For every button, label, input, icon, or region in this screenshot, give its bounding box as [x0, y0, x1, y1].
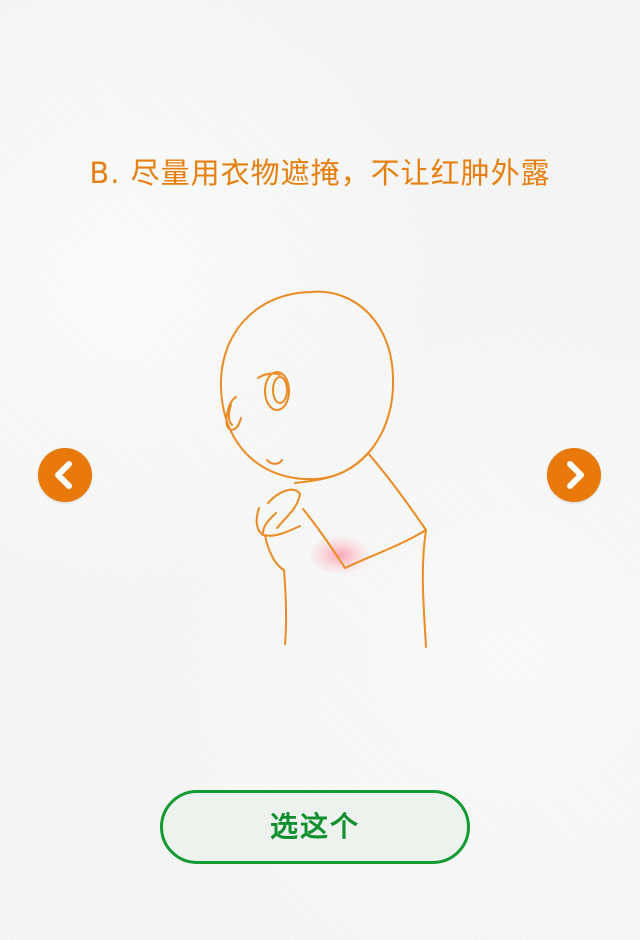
body-left [283, 569, 288, 645]
character-illustration [219, 290, 427, 648]
chevron-left-icon [55, 461, 72, 489]
eye-inner [272, 376, 288, 404]
ear-detail [227, 404, 233, 426]
body-right [421, 529, 427, 648]
choose-option-button[interactable]: 选这个 [160, 790, 470, 864]
arm-lower [264, 534, 285, 571]
mouth [266, 459, 283, 465]
question-text: B. 尽量用衣物遮掩，不让红肿外露 [89, 156, 551, 190]
raised-hand [267, 488, 301, 529]
chevron-right-icon [567, 461, 584, 489]
previous-option-button[interactable] [38, 448, 92, 502]
head-outline [219, 290, 395, 481]
redness-glow [308, 535, 372, 575]
finger-line [262, 512, 277, 534]
next-option-button[interactable] [547, 448, 601, 502]
